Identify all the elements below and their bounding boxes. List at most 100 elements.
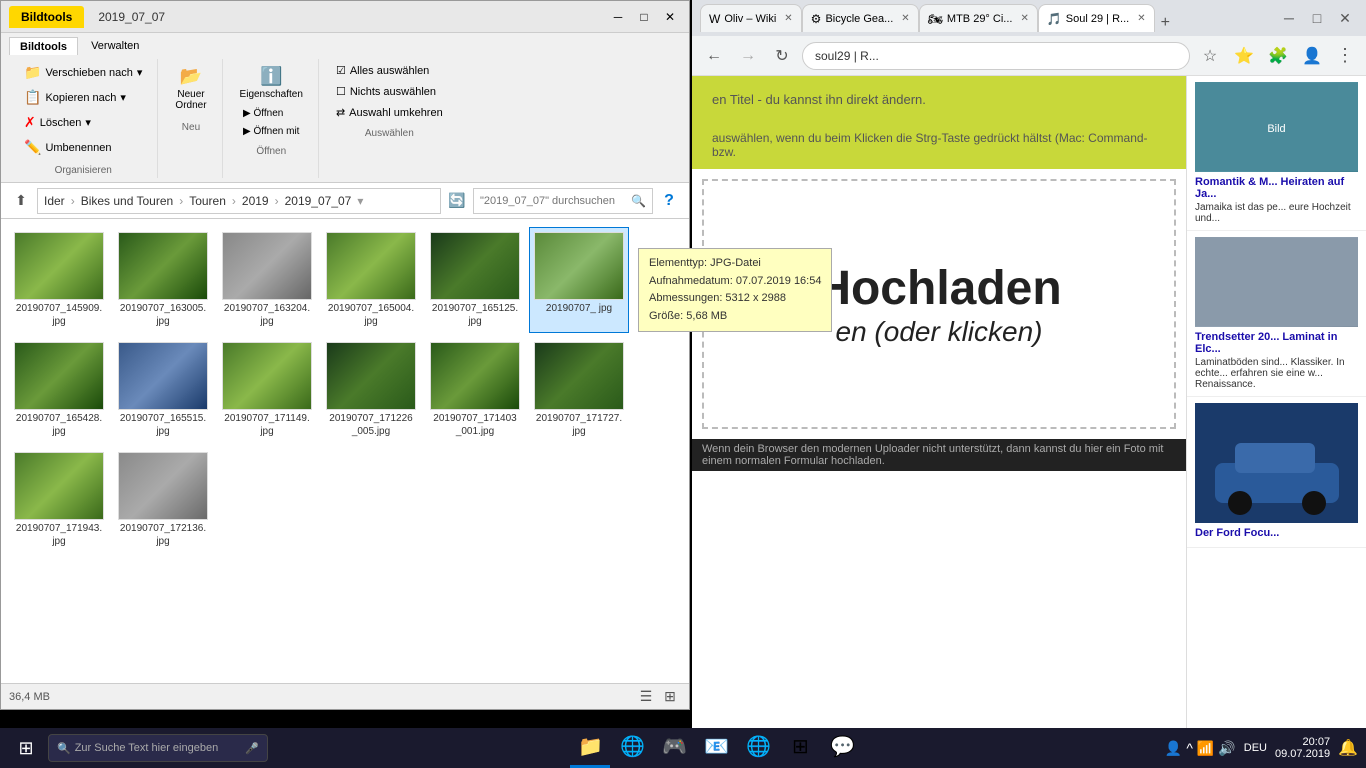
select-all-button[interactable]: ☑ Alles auswählen <box>329 61 450 80</box>
ribbon-tab-bildtools[interactable]: Bildtools <box>9 37 78 55</box>
bc-part-5[interactable]: 2019_07_07 <box>285 194 352 208</box>
loeschen-button[interactable]: ✗ Löschen ▾ <box>17 111 149 134</box>
large-icons-button[interactable]: ⊞ <box>659 686 681 708</box>
open-with-button[interactable]: ▶ Öffnen mit <box>236 123 306 140</box>
language-indicator: DEU <box>1244 742 1267 754</box>
network-icon[interactable]: 📶 <box>1197 740 1214 757</box>
address-bar-chrome[interactable]: soul29 | R... <box>802 42 1190 70</box>
file-item[interactable]: 20190707_145909. jpg <box>9 227 109 333</box>
tooltip-type: Elementtyp: JPG-Datei <box>649 255 821 273</box>
bc-part-1[interactable]: Ider <box>44 194 65 208</box>
ad-card-2[interactable]: Trendsetter 20... Laminat in Elc... Lami… <box>1187 231 1366 397</box>
taskbar-app-chat[interactable]: 💬 <box>822 728 862 768</box>
open-button[interactable]: ▶ Öffnen <box>236 105 306 122</box>
file-name: 20190707_171727. jpg <box>534 412 624 438</box>
properties-button[interactable]: ℹ️ Eigenschaften <box>233 61 310 105</box>
browser-content: en Titel - du kannst ihn direkt ändern. … <box>692 76 1366 768</box>
taskbar-apps: 📁 🌐 🎮 📧 🌐 ⊞ 💬 <box>272 728 1161 768</box>
ad-card-3[interactable]: Der Ford Focu... <box>1187 397 1366 548</box>
file-name: 20190707_163005. jpg <box>118 302 208 328</box>
tab-close-soul[interactable]: ✕ <box>1137 13 1145 24</box>
tab-label-wiki: Oliv – Wiki <box>724 13 776 25</box>
file-name: 20190707_171149. jpg <box>222 412 312 438</box>
bookmark-button[interactable]: ☆ <box>1196 42 1224 70</box>
details-view-button[interactable]: ☰ <box>635 686 657 708</box>
chrome-maximize-button[interactable]: □ <box>1304 5 1330 31</box>
title-bar: Bildtools 2019_07_07 ─ □ ✕ <box>1 1 689 33</box>
umbenennen-button[interactable]: ✏️ Umbenennen <box>17 136 149 159</box>
file-item[interactable]: 20190707_171149. jpg <box>217 337 317 443</box>
bc-part-4[interactable]: 2019 <box>242 194 269 208</box>
delete-icon: ✗ <box>24 114 36 131</box>
file-item[interactable]: 20190707_165004. jpg <box>321 227 421 333</box>
bookmark-star[interactable]: ⭐ <box>1230 42 1258 70</box>
tab-close-mtb[interactable]: ✕ <box>1020 13 1028 24</box>
tab-close-wiki[interactable]: ✕ <box>784 13 792 24</box>
address-bar: ⬆ Ider › Bikes und Touren › Touren › 201… <box>1 183 689 219</box>
file-item[interactable]: 20190707_171226 _005.jpg <box>321 337 421 443</box>
taskbar-app-chrome[interactable]: 🌐 <box>612 728 652 768</box>
taskbar-search[interactable]: 🔍 Zur Suche Text hier eingeben 🎤 <box>48 734 268 762</box>
new-folder-button[interactable]: 📂 NeuerOrdner <box>168 61 213 116</box>
tab-mtb[interactable]: 🏍 MTB 29° Ci... ✕ <box>919 4 1038 32</box>
maximize-button[interactable]: □ <box>633 6 655 28</box>
breadcrumb[interactable]: Ider › Bikes und Touren › Touren › 2019 … <box>37 188 441 214</box>
verschieben-button[interactable]: 📁 Verschieben nach ▾ <box>17 61 149 84</box>
file-item[interactable]: 20190707_ jpg <box>529 227 629 333</box>
file-item[interactable]: 20190707_165125. jpg <box>425 227 525 333</box>
file-item[interactable]: 20190707_165515. jpg <box>113 337 213 443</box>
bc-part-3[interactable]: Touren <box>189 194 226 208</box>
file-item[interactable]: 20190707_172136. jpg <box>113 447 213 553</box>
taskbar-app-explorer[interactable]: 📁 <box>570 728 610 768</box>
ribbon-tab-verwalten[interactable]: Verwalten <box>80 37 150 55</box>
start-button[interactable]: ⊞ <box>8 730 44 766</box>
ad-image-2 <box>1195 237 1358 327</box>
back-button[interactable]: ← <box>700 42 728 70</box>
tab-label-soul: Soul 29 | R... <box>1066 13 1129 25</box>
search-icon-taskbar: 🔍 <box>57 742 71 755</box>
ad-card-1[interactable]: Bild Romantik & M... Heiraten auf Ja... … <box>1187 76 1366 231</box>
taskbar-app-store[interactable]: 🎮 <box>654 728 694 768</box>
bc-part-2[interactable]: Bikes und Touren <box>81 194 174 208</box>
tab-soul[interactable]: 🎵 Soul 29 | R... ✕ <box>1038 4 1155 32</box>
file-item[interactable]: 20190707_163204. jpg <box>217 227 317 333</box>
file-item[interactable]: 20190707_165428. jpg <box>9 337 109 443</box>
cms-title-hint: en Titel - du kannst ihn direkt ändern. <box>712 92 1166 107</box>
volume-icon[interactable]: 🔊 <box>1218 740 1235 757</box>
view-controls: ☰ ⊞ <box>635 686 681 708</box>
up-arrow-icon[interactable]: ^ <box>1186 740 1193 756</box>
user-button[interactable]: 👤 <box>1298 42 1326 70</box>
tab-close-bicycle[interactable]: ✕ <box>901 13 909 24</box>
file-name: 20190707_171943. jpg <box>14 522 104 548</box>
help-button[interactable]: ? <box>657 189 681 213</box>
taskbar-app-edge[interactable]: 🌐 <box>738 728 778 768</box>
forward-button[interactable]: → <box>734 42 762 70</box>
extensions-button[interactable]: 🧩 <box>1264 42 1292 70</box>
taskbar: ⊞ 🔍 Zur Suche Text hier eingeben 🎤 📁 🌐 🎮… <box>0 728 1366 768</box>
file-item[interactable]: 20190707_171943. jpg <box>9 447 109 553</box>
select-none-button[interactable]: ☐ Nichts auswählen <box>329 82 450 101</box>
tab-bicycle[interactable]: ⚙ Bicycle Gea... ✕ <box>802 4 919 32</box>
taskbar-app-mail[interactable]: 📧 <box>696 728 736 768</box>
file-item[interactable]: 20190707_163005. jpg <box>113 227 213 333</box>
kopieren-button[interactable]: 📋 Kopieren nach ▾ <box>17 86 149 109</box>
taskbar-time[interactable]: 20:07 09.07.2019 <box>1275 736 1330 760</box>
notification-icon[interactable]: 🔔 <box>1338 738 1358 758</box>
invert-select-button[interactable]: ⇄ Auswahl umkehren <box>329 103 450 122</box>
nav-up-button[interactable]: ⬆ <box>9 189 33 213</box>
reload-button[interactable]: ↻ <box>768 42 796 70</box>
minimize-button[interactable]: ─ <box>607 6 629 28</box>
chrome-menu-button[interactable]: ⋮ <box>1332 45 1358 66</box>
taskbar-app-grid[interactable]: ⊞ <box>780 728 820 768</box>
new-tab-button[interactable]: + <box>1155 14 1176 32</box>
file-item[interactable]: 20190707_171403 _001.jpg <box>425 337 525 443</box>
chrome-close-button[interactable]: ✕ <box>1332 5 1358 31</box>
refresh-button[interactable]: 🔄 <box>445 189 469 213</box>
file-item[interactable]: 20190707_171727. jpg <box>529 337 629 443</box>
search-input[interactable] <box>480 195 631 207</box>
search-box[interactable]: 🔍 <box>473 188 653 214</box>
close-button[interactable]: ✕ <box>659 6 681 28</box>
chrome-minimize-button[interactable]: ─ <box>1276 5 1302 31</box>
bildtools-tab[interactable]: Bildtools <box>9 6 84 28</box>
tab-wiki[interactable]: W Oliv – Wiki ✕ <box>700 4 802 32</box>
